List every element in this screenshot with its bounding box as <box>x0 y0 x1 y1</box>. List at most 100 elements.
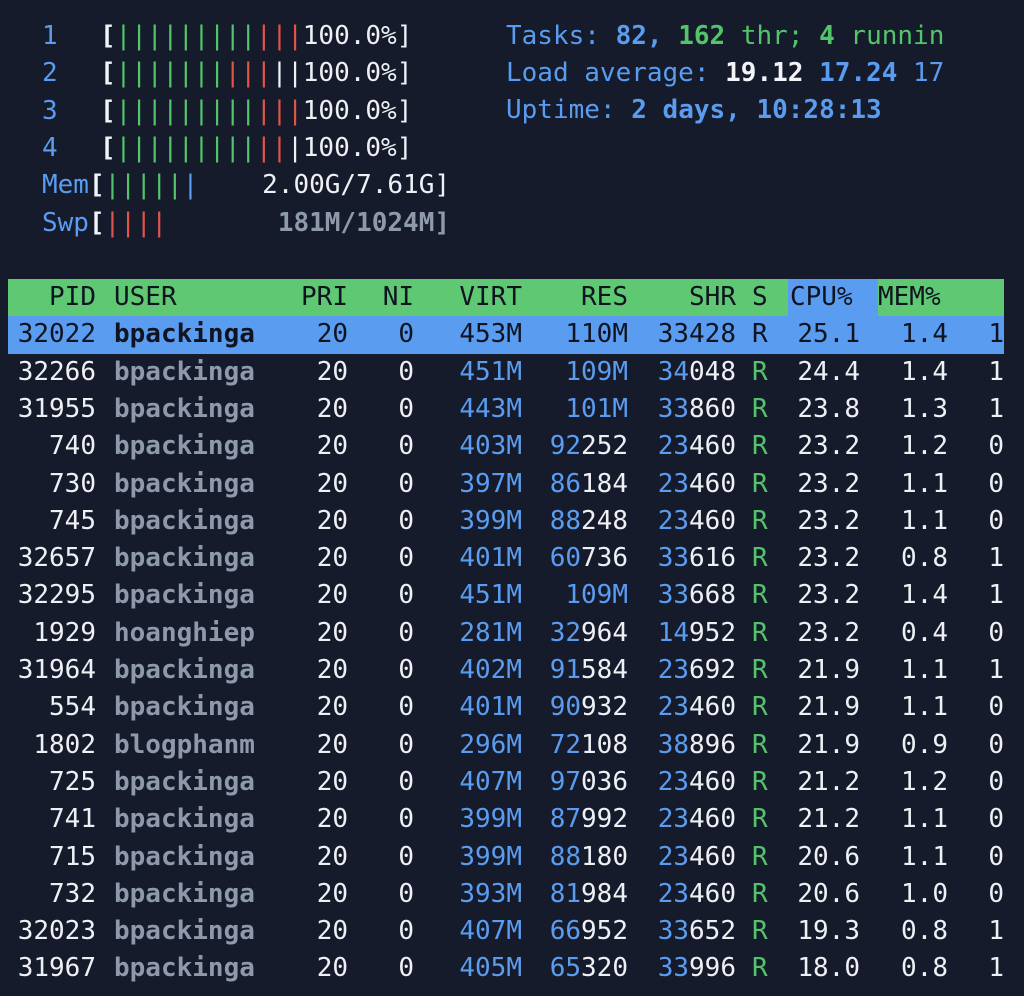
col-shr[interactable]: SHR <box>628 279 736 316</box>
cell-ni-part: 0 <box>398 543 414 574</box>
cell-mem: 0.4 <box>878 615 948 652</box>
cell-mem-part: 1.3 <box>901 393 948 424</box>
meter-bar-segment: | <box>193 132 210 163</box>
cell-ni-part: 0 <box>398 431 414 462</box>
meter-bar-segment: | <box>209 95 225 126</box>
cell-virt: 451M <box>414 354 522 391</box>
cpu-meter-3: 3 [||||||||||||100.0%] <box>42 93 412 130</box>
cell-pid: 32022 <box>8 316 96 353</box>
swp-meter: Swp[|||| 181M/1024M] <box>42 205 450 242</box>
col-res[interactable]: RES <box>522 279 628 316</box>
cell-shr-part: 23 <box>657 841 690 872</box>
cell-res-part: 932 <box>581 692 628 723</box>
table-row[interactable]: 31967 bpackinga 20 0 405M 65320 33996 R 18.0 0.8 1 <box>8 950 1004 987</box>
meter-bar-segment: | <box>256 132 272 163</box>
cell-res: 97036 <box>522 764 628 801</box>
table-row-selected[interactable]: 32022 bpackinga 20 0 453M 110M 33428 R 25.1 1.4 1 <box>8 316 1004 354</box>
cell-virt-part: 296M <box>459 729 522 760</box>
col-user[interactable]: USER <box>114 279 284 316</box>
cell-shr-part: 460 <box>689 804 736 835</box>
col-virt[interactable]: VIRT <box>414 279 522 316</box>
cell-virt: 401M <box>414 689 522 726</box>
cell-cpu-part: 21.2 <box>797 766 860 797</box>
cell-virt-part: 407M <box>459 766 522 797</box>
cpu-meter-4: 4 [||||||||||||100.0%] <box>42 130 412 167</box>
table-row[interactable]: 741 bpackinga 20 0 399M 87992 23460 R 21.2 1.1 0 <box>8 801 1004 838</box>
meter-bar-segment: | <box>209 21 225 51</box>
cell-user: bpackinga <box>114 689 284 726</box>
cell-state-part: R <box>752 319 768 350</box>
table-row[interactable]: 745 bpackinga 20 0 399M 88248 23460 R 23.2 1.1 0 <box>8 503 1004 540</box>
table-row[interactable]: 725 bpackinga 20 0 407M 97036 23460 R 21.2 1.2 0 <box>8 764 1004 801</box>
cell-virt-part: 405M <box>459 953 522 984</box>
col-pri[interactable]: PRI <box>284 279 348 316</box>
col-pid[interactable]: PID <box>8 279 96 316</box>
cell-pri: 20 <box>284 316 348 353</box>
cell-cpu: 20.6 <box>788 876 860 913</box>
cell-cpu: 23.8 <box>788 391 860 428</box>
load-5min: 17.24 <box>819 58 898 88</box>
table-row[interactable]: 554 bpackinga 20 0 401M 90932 23460 R 21.9 1.1 0 <box>8 689 1004 726</box>
col-cpu-sorted[interactable]: CPU% <box>788 279 878 317</box>
cell-mem-part: 0.8 <box>901 543 948 574</box>
cell-cpu-index-part: 0 <box>988 878 1004 909</box>
cell-ni-part: 0 <box>398 692 414 723</box>
table-row[interactable]: 31955 bpackinga 20 0 443M 101M 33860 R 23.8 1.3 1 <box>8 391 1004 428</box>
cell-shr-part: 14 <box>657 617 690 648</box>
table-row[interactable]: 32657 bpackinga 20 0 401M 60736 33616 R 23.2 0.8 1 <box>8 540 1004 577</box>
cpu-meter-value: 100.0%] <box>302 21 413 51</box>
table-row[interactable]: 32295 bpackinga 20 0 451M 109M 33668 R 23.2 1.4 1 <box>8 577 1004 614</box>
cell-cpu-part: 21.2 <box>797 804 860 835</box>
cell-shr-part: 460 <box>689 468 736 499</box>
cell-cpu-index: 0 <box>978 839 1004 876</box>
cell-virt-part: 281M <box>459 617 522 648</box>
uptime-label: Uptime: <box>506 95 616 125</box>
table-row[interactable]: 32023 bpackinga 20 0 407M 66952 33652 R 19.3 0.8 1 <box>8 913 1004 950</box>
cell-cpu-part: 18.0 <box>797 953 860 984</box>
table-row[interactable]: 32266 bpackinga 20 0 451M 109M 34048 R 24.4 1.4 1 <box>8 354 1004 391</box>
process-table-header[interactable]: PID USER PRI NI VIRT RES SHR S CPU% MEM% <box>8 279 1004 317</box>
cpu-meter-label: 4 <box>42 132 58 163</box>
cell-virt-part: 403M <box>459 431 522 462</box>
cell-virt-part: 397M <box>459 468 522 499</box>
col-ni[interactable]: NI <box>348 279 414 316</box>
table-row[interactable]: 732 bpackinga 20 0 393M 81984 23460 R 20.6 1.0 0 <box>8 876 1004 913</box>
htop-terminal[interactable]: 1 [||||||||||||100.0%] 2 [||||||||||||100.0… <box>0 0 1024 996</box>
cell-cpu-index-part: 1 <box>988 916 1004 947</box>
cell-res-part: 736 <box>581 543 628 574</box>
cell-shr-part: 23 <box>657 505 690 536</box>
cell-pid: 31964 <box>8 652 96 689</box>
cell-cpu-index: 1 <box>978 577 1004 614</box>
table-row[interactable]: 740 bpackinga 20 0 403M 92252 23460 R 23.2 1.2 0 <box>8 428 1004 465</box>
col-mem[interactable]: MEM% <box>878 279 958 316</box>
table-row[interactable]: 730 bpackinga 20 0 397M 86184 23460 R 23.2 1.1 0 <box>8 466 1004 503</box>
meter-bar-segment: | <box>287 95 303 126</box>
cell-user: bpackinga <box>114 391 284 428</box>
cell-user-part: bpackinga <box>114 543 255 574</box>
cell-state: R <box>752 689 772 726</box>
cell-res-part: 180 <box>581 841 628 872</box>
table-row[interactable]: 715 bpackinga 20 0 399M 88180 23460 R 20.6 1.1 0 <box>8 839 1004 876</box>
cell-shr-part: 896 <box>689 729 736 760</box>
cell-cpu-index: 0 <box>978 689 1004 726</box>
table-row[interactable]: 1929 hoanghiep 20 0 281M 32964 14952 R 23.2 0.4 0 <box>8 615 1004 652</box>
cell-state-part: R <box>752 543 768 574</box>
cell-pid-part: 715 <box>49 841 96 872</box>
cell-state-part: R <box>752 505 768 536</box>
cell-res: 109M <box>522 577 628 614</box>
cell-cpu-part: 20.6 <box>797 841 860 872</box>
cell-res: 66952 <box>522 913 628 950</box>
table-row[interactable]: 31964 bpackinga 20 0 402M 91584 23692 R 21.9 1.1 1 <box>8 652 1004 689</box>
cell-state: R <box>752 615 772 652</box>
cell-virt: 443M <box>414 391 522 428</box>
cell-state-part: R <box>752 431 768 462</box>
cell-pid-part: 1929 <box>33 617 96 648</box>
cell-shr: 33860 <box>628 391 736 428</box>
table-row[interactable]: 1802 blogphanm 20 0 296M 72108 38896 R 21.9 0.9 0 <box>8 727 1004 764</box>
cell-mem-part: 0.4 <box>901 617 948 648</box>
cell-ni: 0 <box>348 950 414 987</box>
cell-cpu-part: 23.2 <box>797 543 860 574</box>
col-state[interactable]: S <box>752 279 772 316</box>
cell-user-part: bpackinga <box>114 580 255 611</box>
swp-meter-label: Swp <box>42 207 89 238</box>
